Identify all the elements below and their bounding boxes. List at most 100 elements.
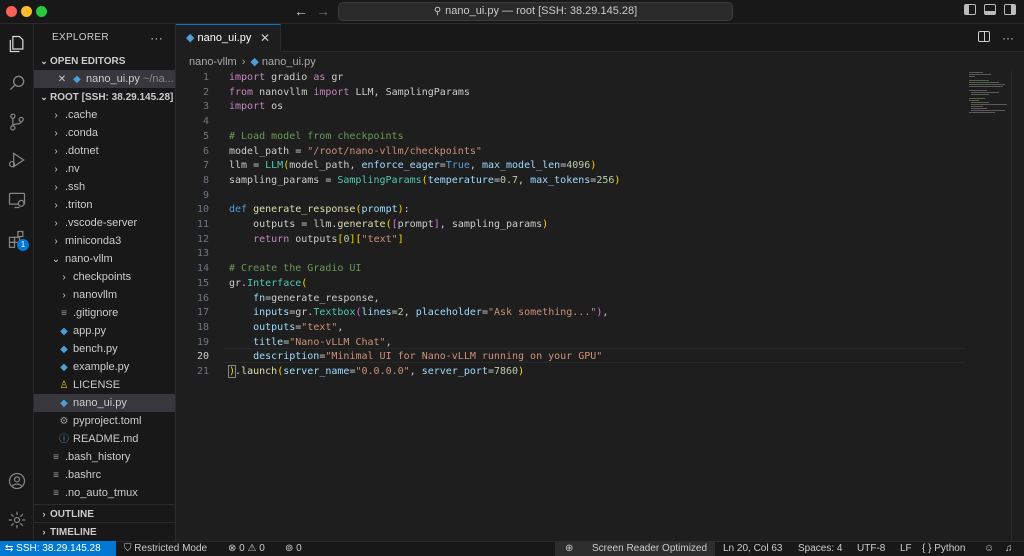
restricted-mode-indicator[interactable]: ⛉ Restricted Mode [124, 542, 207, 556]
tree-item[interactable]: ◆ bench.py [34, 340, 175, 358]
chevron-right-icon: › [62, 272, 66, 283]
back-arrow-icon[interactable]: ← [294, 3, 308, 19]
split-editor-icon[interactable] [978, 31, 990, 42]
root-folder-section[interactable]: ⌄ ROOT [SSH: 38.29.145.28] [34, 88, 175, 106]
close-icon[interactable]: ✕ [56, 71, 68, 89]
notifications-bell-icon[interactable]: ♫ [1005, 542, 1013, 556]
tree-item[interactable]: › .nv [34, 160, 175, 178]
tab-nano-ui[interactable]: ◆ nano_ui.py ✕ [176, 24, 281, 52]
toggle-panel-icon[interactable] [984, 4, 996, 15]
tree-item[interactable]: ◆ nano_ui.py [34, 394, 175, 412]
tree-item-label: .bash_history [65, 451, 131, 463]
license-file-icon: ♙ [59, 380, 69, 391]
tree-item-label: .bashrc [65, 469, 102, 481]
tree-item[interactable]: ⌄ nano-vllm [34, 250, 175, 268]
tree-item[interactable]: ≡ .bash_history [34, 448, 175, 466]
extensions-badge: 1 [17, 239, 29, 251]
copilot-icon[interactable]: ☺ [984, 542, 994, 556]
python-file-icon: ◆ [60, 326, 68, 337]
title-bar: ← → ⚲ nano_ui.py — root [SSH: 38.29.145.2… [0, 0, 1024, 24]
tree-item[interactable]: › miniconda3 [34, 232, 175, 250]
tree-item-label: README.md [73, 433, 139, 445]
breadcrumb: nano-vllm › ◆ nano_ui.py [176, 52, 1024, 72]
indentation[interactable]: Spaces: 4 [798, 542, 842, 556]
tree-item[interactable]: ≡ .gitignore [34, 304, 175, 322]
explorer-header: EXPLORER ··· [34, 24, 175, 52]
cursor-position[interactable]: Ln 20, Col 63 [723, 542, 783, 556]
tree-item[interactable]: › checkpoints [34, 268, 175, 286]
explorer-files-icon[interactable] [5, 32, 29, 56]
tree-item-label: .ssh [65, 181, 86, 193]
source-control-icon[interactable] [5, 110, 29, 134]
status-bar: ⇆ SSH: 38.29.145.28 ⛉ Restricted Mode ⊗ … [0, 541, 1024, 556]
encoding[interactable]: UTF-8 [857, 542, 885, 556]
tree-item-label: nanovllm [73, 289, 118, 301]
tree-item[interactable]: › .triton [34, 196, 175, 214]
breadcrumb-folder[interactable]: nano-vllm [189, 56, 237, 68]
language-mode[interactable]: { } Python [922, 542, 965, 556]
tree-item[interactable]: › .conda [34, 124, 175, 142]
outline-title: OUTLINE [50, 509, 94, 520]
command-center[interactable]: ⚲ nano_ui.py — root [SSH: 38.29.145.28] [338, 2, 733, 21]
python-file-icon: ◆ [60, 362, 68, 373]
run-debug-icon[interactable] [5, 148, 29, 172]
tree-item[interactable]: ≡ .bashrc [34, 466, 175, 484]
code-editor[interactable]: 1 import gradio as gr 2 from nanovllm impo… [176, 71, 1024, 541]
end-of-line[interactable]: LF [900, 542, 912, 556]
tree-item[interactable]: ≡ .no_auto_tmux [34, 484, 175, 502]
tree-item[interactable]: ♙ LICENSE [34, 376, 175, 394]
text-file-icon: ≡ [53, 470, 59, 481]
chevron-down-icon: ⌄ [40, 92, 48, 102]
remote-indicator[interactable]: ⇆ SSH: 38.29.145.28 [0, 541, 116, 556]
toggle-secondary-sidebar-icon[interactable] [1004, 4, 1016, 15]
tree-item[interactable]: ◆ example.py [34, 358, 175, 376]
tree-item[interactable]: ⓘ README.md [34, 430, 175, 448]
tree-item-label: .no_auto_tmux [65, 487, 138, 499]
breadcrumb-file[interactable]: nano_ui.py [262, 56, 316, 68]
minimap[interactable] [969, 71, 1009, 131]
remote-explorer-icon[interactable] [5, 188, 29, 212]
chevron-right-icon: › [42, 509, 46, 519]
more-actions-icon[interactable]: ··· [150, 24, 163, 52]
vertical-scrollbar[interactable] [1011, 71, 1024, 541]
timeline-section[interactable]: › TIMELINE [34, 522, 175, 541]
tree-item-label: .vscode-server [65, 217, 138, 229]
tree-item-label: .conda [65, 127, 99, 139]
python-file-icon: ◆ [73, 74, 81, 85]
close-tab-icon[interactable]: ✕ [260, 25, 270, 52]
problems-indicator[interactable]: ⊗ 0 ⚠ 0 [228, 542, 265, 556]
tree-item[interactable]: › nanovllm [34, 286, 175, 304]
tree-item[interactable]: › .ssh [34, 178, 175, 196]
tree-item[interactable]: › .vscode-server [34, 214, 175, 232]
search-view-icon[interactable] [5, 71, 29, 95]
remote-icon: ⇆ [5, 543, 17, 554]
broadcast-icon: ⊚ [285, 543, 297, 554]
tree-item-label: .gitignore [73, 307, 119, 319]
chevron-right-icon: › [54, 164, 58, 175]
close-window-button[interactable] [6, 6, 17, 17]
ports-indicator[interactable]: ⊚ 0 [285, 542, 302, 556]
tree-item[interactable]: ◆ app.py [34, 322, 175, 340]
toggle-primary-sidebar-icon[interactable] [964, 4, 976, 15]
extensions-icon[interactable]: 1 [5, 227, 29, 251]
tree-item-label: .triton [65, 199, 93, 211]
outline-section[interactable]: › OUTLINE [34, 504, 175, 523]
open-editors-title: OPEN EDITORS [50, 56, 126, 67]
timeline-title: TIMELINE [50, 527, 97, 538]
account-icon[interactable] [5, 469, 29, 493]
tree-item[interactable]: › .dotnet [34, 142, 175, 160]
tree-item[interactable]: › .cache [34, 106, 175, 124]
manage-gear-icon[interactable] [5, 508, 29, 532]
open-editors-section[interactable]: ⌄ OPEN EDITORS [34, 52, 175, 70]
more-actions-icon[interactable]: ··· [1002, 31, 1014, 45]
forward-arrow-icon[interactable]: → [316, 3, 330, 19]
tab-label: nano_ui.py [197, 32, 252, 44]
settings-file-icon: ⚙ [59, 416, 69, 427]
minimize-window-button[interactable] [21, 6, 32, 17]
tree-item-label: nano-vllm [65, 253, 113, 265]
open-editor-item[interactable]: ✕ ◆ nano_ui.py ~/na... [34, 70, 175, 88]
zoom-icon[interactable]: ⊕ [565, 542, 573, 556]
maximize-window-button[interactable] [36, 6, 47, 17]
tree-item[interactable]: ⚙ pyproject.toml [34, 412, 175, 430]
screen-reader-mode[interactable]: Screen Reader Optimized [592, 542, 707, 556]
